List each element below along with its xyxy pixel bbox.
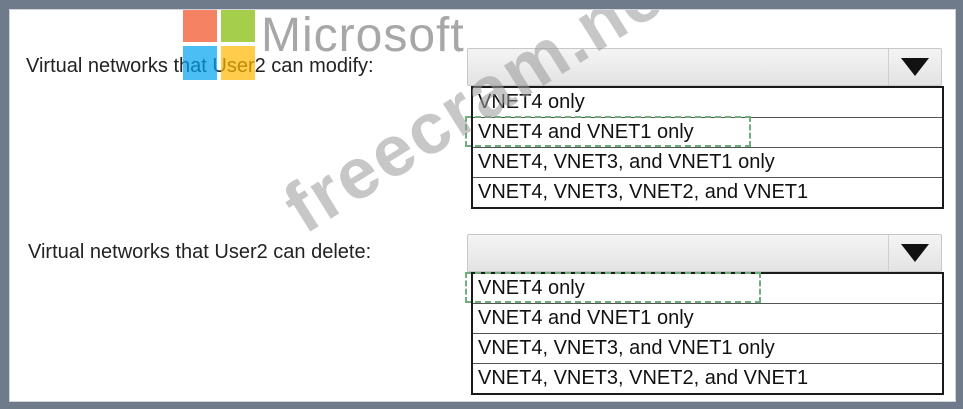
dropdown-option[interactable]: VNET4, VNET3, and VNET1 only [473,333,942,363]
dropdown-option-highlighted[interactable]: VNET4 and VNET1 only [465,116,942,147]
dropdown-option[interactable]: VNET4 and VNET1 only [473,303,942,333]
dropdown-modify-options: VNET4 only VNET4 and VNET1 only VNET4, V… [465,86,944,209]
dropdown-delete[interactable]: VNET4 only VNET4 and VNET1 only VNET4, V… [465,234,944,395]
dropdown-option[interactable]: VNET4, VNET3, and VNET1 only [473,147,942,177]
microsoft-squares-icon [183,10,255,80]
dropdown-option[interactable]: VNET4, VNET3, VNET2, and VNET1 [473,177,942,207]
question-panel: Virtual networks that User2 can modify: … [9,9,956,402]
dropdown-option-highlighted[interactable]: VNET4 only [465,272,942,303]
dropdown-option[interactable]: VNET4 only [473,88,942,117]
question-label-delete: Virtual networks that User2 can delete: [28,241,372,263]
microsoft-logo-text: Microsoft [261,9,465,62]
dropdown-option[interactable]: VNET4, VNET3, VNET2, and VNET1 [473,363,942,393]
dropdown-modify-header[interactable] [467,48,942,86]
dropdown-modify[interactable]: VNET4 only VNET4 and VNET1 only VNET4, V… [465,48,944,209]
dropdown-delete-options: VNET4 only VNET4 and VNET1 only VNET4, V… [465,272,944,395]
chevron-down-icon[interactable] [888,235,941,271]
dropdown-delete-header[interactable] [467,234,942,272]
chevron-down-icon[interactable] [888,49,941,85]
microsoft-logo: Microsoft [183,9,465,80]
